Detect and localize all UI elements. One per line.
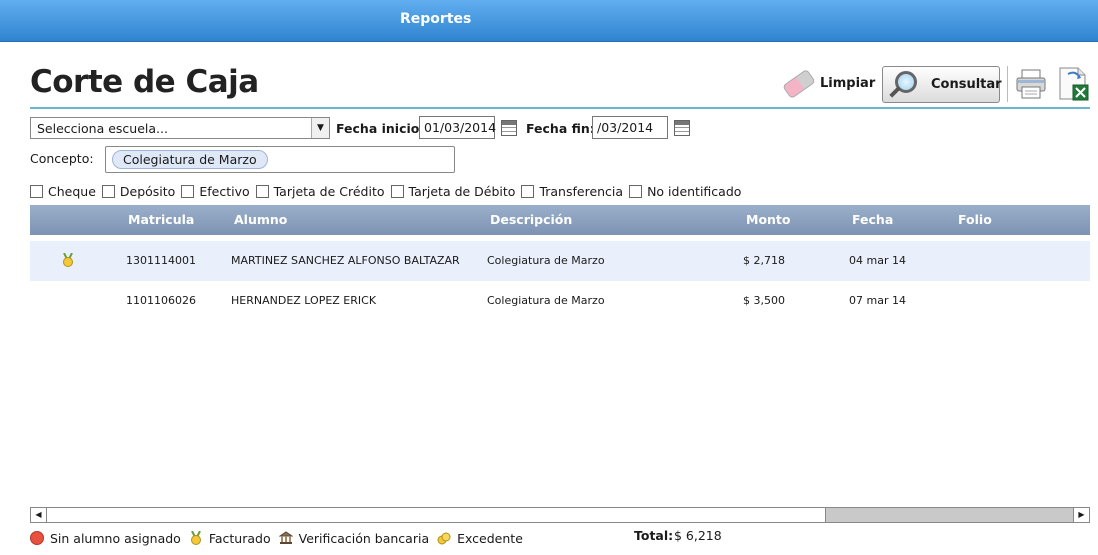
medal-icon <box>190 531 201 545</box>
cell-descripcion: Colegiatura de Marzo <box>487 294 605 307</box>
concept-chip[interactable]: Colegiatura de Marzo <box>112 150 268 169</box>
clear-button[interactable]: Limpiar <box>780 66 875 102</box>
toolbar-divider <box>1007 66 1008 102</box>
school-select[interactable]: Selecciona escuela... ▼ <box>30 117 330 139</box>
payment-type-transferencia[interactable]: Transferencia <box>521 184 623 199</box>
page-title: Corte de Caja <box>30 64 259 100</box>
checkbox[interactable] <box>521 184 535 198</box>
clear-button-label: Limpiar <box>820 76 876 91</box>
total-label: Total: <box>634 528 674 543</box>
legend-label: Facturado <box>208 530 271 546</box>
payment-type-filters: Cheque Depósito Efectivo Tarjeta de Créd… <box>30 183 747 199</box>
total-value: $ 6,218 <box>674 528 722 543</box>
printer-icon[interactable] <box>1015 68 1047 100</box>
start-date-calendar-icon[interactable] <box>501 120 517 136</box>
concept-label: Concepto: <box>30 151 94 166</box>
app-header: Reportes <box>0 0 1098 42</box>
column-header-matricula[interactable]: Matricula <box>128 212 194 227</box>
payment-type-tarjeta-credito[interactable]: Tarjeta de Crédito <box>255 183 385 199</box>
status-legend: Sin alumno asignado Facturado Verificaci… <box>30 530 531 546</box>
column-header-descripcion[interactable]: Descripción <box>490 212 572 227</box>
legend-label: Excedente <box>457 530 523 546</box>
legend-label: Sin alumno asignado <box>50 530 181 546</box>
table-row[interactable]: 1301114001 MARTINEZ SANCHEZ ALFONSO BALT… <box>30 241 1090 281</box>
checkbox[interactable] <box>101 184 115 198</box>
column-header-folio[interactable]: Folio <box>958 212 992 227</box>
payment-type-label: Cheque <box>48 183 96 199</box>
coins-icon <box>437 532 451 545</box>
cell-fecha: 07 mar 14 <box>849 294 906 307</box>
checkbox[interactable] <box>30 184 43 198</box>
end-date-label: Fecha fin: <box>526 121 595 136</box>
end-date-input[interactable]: /03/2014 <box>592 116 668 139</box>
cell-matricula: 1101106026 <box>126 294 196 307</box>
column-header-alumno[interactable]: Alumno <box>234 212 287 227</box>
facturado-icon <box>63 253 73 267</box>
scroll-right-icon[interactable]: ▶ <box>1073 508 1089 522</box>
payment-type-label: Tarjeta de Crédito <box>273 183 385 199</box>
payment-type-label: Depósito <box>119 183 176 199</box>
scroll-left-icon[interactable]: ◀ <box>31 508 47 522</box>
horizontal-scrollbar[interactable]: ◀ ▶ <box>30 507 1090 523</box>
cell-alumno: HERNANDEZ LOPEZ ERICK <box>231 294 377 307</box>
payment-type-cheque[interactable]: Cheque <box>30 184 96 199</box>
legend-item: Verificación bancaria <box>278 530 430 546</box>
table-row[interactable]: 1101106026 HERNANDEZ LOPEZ ERICK Colegia… <box>30 281 1090 321</box>
search-icon-handle <box>889 86 901 98</box>
checkbox[interactable] <box>255 184 269 198</box>
cell-descripcion: Colegiatura de Marzo <box>487 254 605 267</box>
table-header: Matricula Alumno Descripción Monto Fecha… <box>30 205 1090 235</box>
payment-type-label: Transferencia <box>539 183 624 199</box>
column-header-fecha[interactable]: Fecha <box>852 212 893 227</box>
start-date-label: Fecha inicio: <box>336 121 425 136</box>
checkbox[interactable] <box>629 184 643 198</box>
payment-type-tarjeta-debito[interactable]: Tarjeta de Débito <box>390 183 516 199</box>
cell-monto: $ 2,718 <box>743 254 785 267</box>
query-button[interactable]: Consultar <box>882 66 1002 103</box>
payment-type-label: No identificado <box>647 183 742 199</box>
legend-item: Sin alumno asignado <box>30 531 181 546</box>
bank-icon <box>278 531 293 544</box>
red-dot-icon <box>30 531 44 545</box>
cell-monto: $ 3,500 <box>743 294 785 307</box>
payment-type-deposito[interactable]: Depósito <box>101 183 176 199</box>
excel-export-icon[interactable] <box>1056 66 1090 102</box>
checkbox[interactable] <box>390 184 404 198</box>
payment-type-label: Tarjeta de Débito <box>408 183 516 199</box>
concept-input[interactable]: Colegiatura de Marzo <box>105 146 455 173</box>
cell-fecha: 04 mar 14 <box>849 254 906 267</box>
start-date-input[interactable]: 01/03/2014 <box>419 116 496 139</box>
legend-item: Facturado <box>189 531 271 546</box>
payment-type-no-identificado[interactable]: No identificado <box>629 184 741 199</box>
scrollbar-thumb[interactable] <box>825 508 1073 522</box>
end-date-calendar-icon[interactable] <box>674 120 690 136</box>
payment-type-efectivo[interactable]: Efectivo <box>181 183 250 199</box>
title-divider <box>30 107 1090 109</box>
header-title: Reportes <box>400 11 472 27</box>
chevron-down-icon[interactable]: ▼ <box>311 118 329 138</box>
legend-item: Excedente <box>437 531 523 546</box>
payment-type-label: Efectivo <box>199 183 250 199</box>
query-button-label: Consultar <box>931 77 1002 92</box>
school-select-value: Selecciona escuela... <box>37 121 168 136</box>
checkbox[interactable] <box>181 184 195 198</box>
cell-matricula: 1301114001 <box>126 254 196 267</box>
column-header-monto[interactable]: Monto <box>746 212 791 227</box>
eraser-icon <box>782 68 816 100</box>
legend-label: Verificación bancaria <box>298 530 430 546</box>
cell-alumno: MARTINEZ SANCHEZ ALFONSO BALTAZAR <box>231 254 460 267</box>
